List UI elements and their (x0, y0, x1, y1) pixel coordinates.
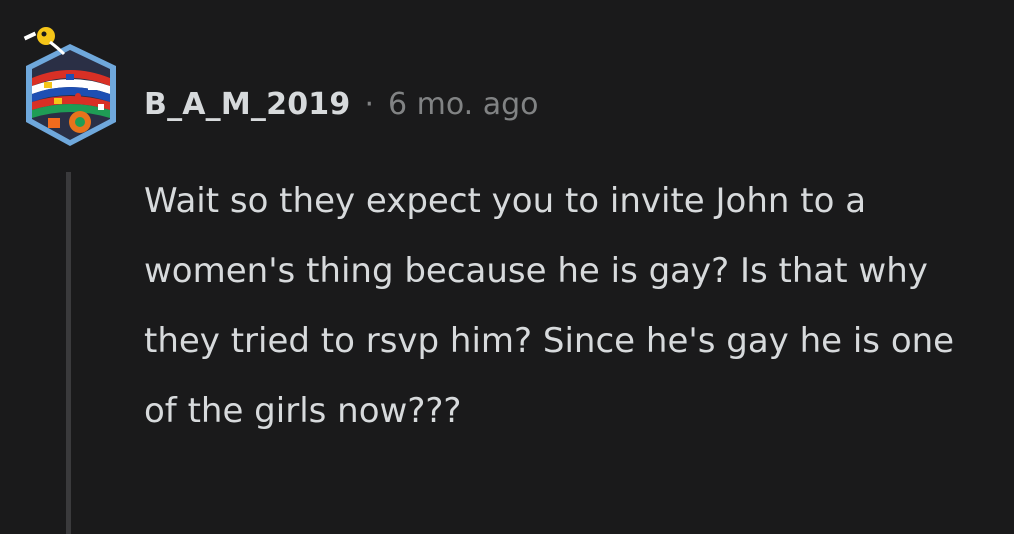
user-avatar[interactable] (18, 22, 122, 148)
world-cup-flags-avatar-icon (23, 27, 116, 146)
thread-line[interactable] (66, 172, 71, 534)
comment-body: Wait so they expect you to invite John t… (144, 181, 955, 431)
username[interactable]: B_A_M_2019 (144, 87, 350, 122)
comment-header: B_A_M_2019 · 6 mo. ago (144, 82, 539, 126)
timestamp[interactable]: 6 mo. ago (388, 87, 539, 122)
separator-dot: · (364, 86, 374, 122)
comment: B_A_M_2019 · 6 mo. ago Wait so they expe… (0, 0, 1014, 534)
